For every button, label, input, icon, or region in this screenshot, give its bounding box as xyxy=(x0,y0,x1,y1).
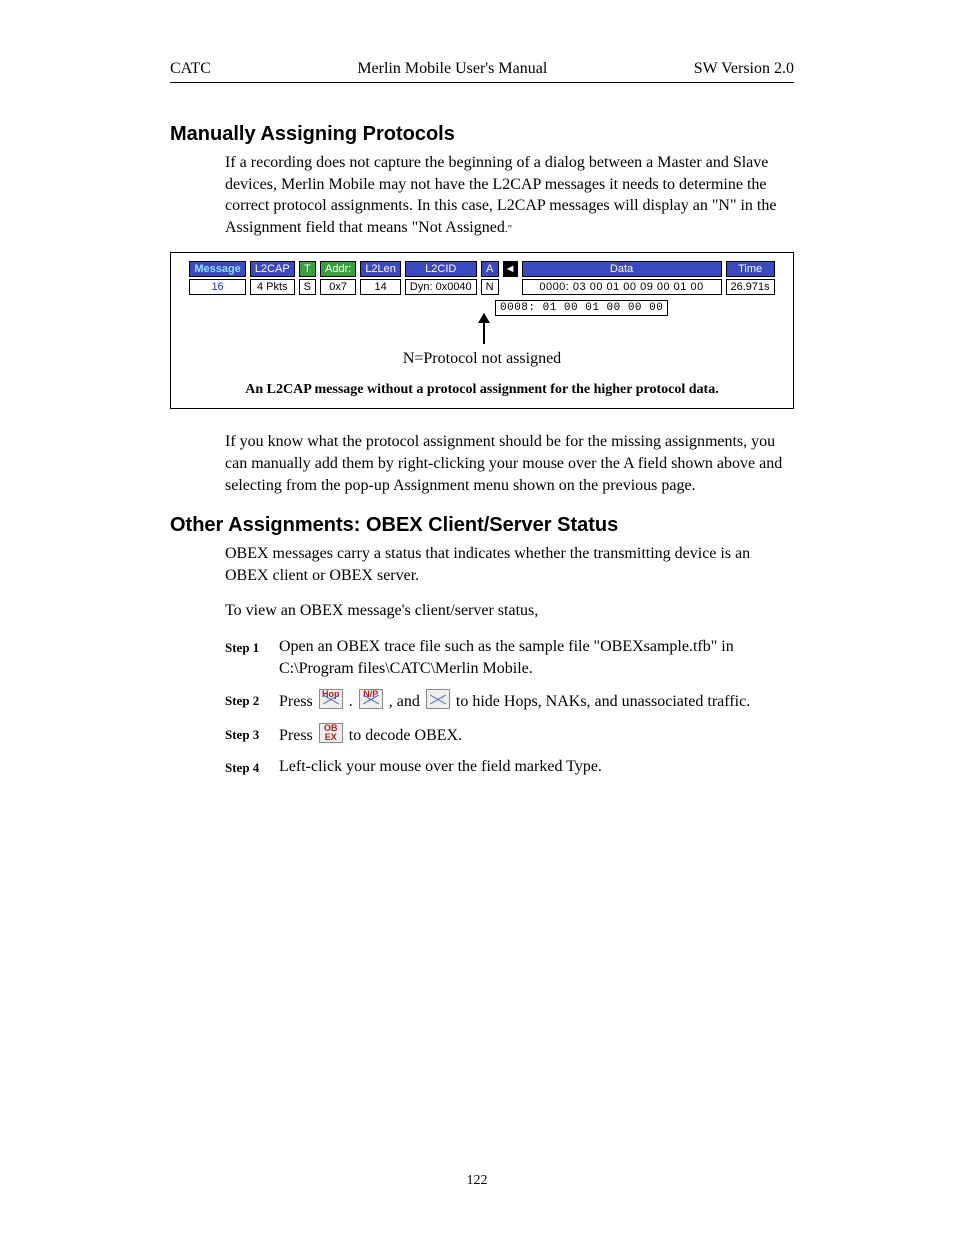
cell-l2cap: 4 Pkts xyxy=(250,279,295,295)
cell-addr: 0x7 xyxy=(320,279,356,295)
col-data: Data xyxy=(522,261,722,277)
para-manual-1b: ." xyxy=(505,223,512,235)
step-3: Step 3 Press OBEX to decode OBEX. xyxy=(225,723,794,747)
para-obex-2: To view an OBEX message's client/server … xyxy=(225,600,794,622)
para-obex-1: OBEX messages carry a status that indica… xyxy=(225,543,794,586)
para-manual-1: If a recording does not capture the begi… xyxy=(225,152,794,238)
col-l2len: L2Len xyxy=(360,261,401,277)
figure-l2cap: Message L2CAP T Addr: L2Len L2CID A ◄ Da… xyxy=(170,252,794,409)
page-header: CATC Merlin Mobile User's Manual SW Vers… xyxy=(170,60,794,83)
step-2-post: to hide Hops, NAKs, and unassociated tra… xyxy=(456,693,750,710)
col-message: Message xyxy=(189,261,245,277)
cell-time: 26.971s xyxy=(726,279,775,295)
step-2-mid1: . xyxy=(349,693,357,710)
cell-l2cid: Dyn: 0x0040 xyxy=(405,279,477,295)
unassociated-icon xyxy=(426,689,450,709)
para-manual-1a: If a recording does not capture the begi… xyxy=(225,154,776,236)
page-number: 122 xyxy=(0,1173,954,1189)
cell-a: N xyxy=(481,279,499,295)
step-4-label: Step 4 xyxy=(225,756,279,777)
col-addr: Addr: xyxy=(320,261,356,277)
step-2-mid2: , and xyxy=(389,693,424,710)
step-3-label: Step 3 xyxy=(225,723,279,744)
step-1-label: Step 1 xyxy=(225,636,279,657)
step-3-body: Press OBEX to decode OBEX. xyxy=(279,723,794,747)
col-l2cid: L2CID xyxy=(405,261,477,277)
step-2-body: Press Hop . N/P , and to hide Hops, NAKs… xyxy=(279,689,794,713)
step-1: Step 1 Open an OBEX trace file such as t… xyxy=(225,636,794,679)
cell-data2: 0008: 01 00 01 00 00 00 xyxy=(495,300,668,316)
arrow-up-icon xyxy=(483,314,485,344)
header-center: Merlin Mobile User's Manual xyxy=(357,60,547,78)
nak-icon: N/P xyxy=(359,689,383,709)
heading-obex: Other Assignments: OBEX Client/Server St… xyxy=(170,514,794,537)
header-right: SW Version 2.0 xyxy=(694,60,794,78)
step-2: Step 2 Press Hop . N/P , and to hide Hop… xyxy=(225,689,794,713)
obex-icon: OBEX xyxy=(319,723,343,743)
step-4-body: Left-click your mouse over the field mar… xyxy=(279,756,794,778)
trace-table: Message L2CAP T Addr: L2Len L2CID A ◄ Da… xyxy=(185,259,778,297)
header-left: CATC xyxy=(170,60,211,78)
step-4: Step 4 Left-click your mouse over the fi… xyxy=(225,756,794,778)
cell-l2len: 14 xyxy=(360,279,401,295)
col-time: Time xyxy=(726,261,775,277)
col-l2cap: L2CAP xyxy=(250,261,295,277)
para-manual-2: If you know what the protocol assignment… xyxy=(225,431,794,496)
cell-t: S xyxy=(299,279,316,295)
hop-icon: Hop xyxy=(319,689,343,709)
step-2-pre: Press xyxy=(279,693,317,710)
step-1-body: Open an OBEX trace file such as the samp… xyxy=(279,636,794,679)
figure-caption: An L2CAP message without a protocol assi… xyxy=(177,382,787,398)
figure-note: N=Protocol not assigned xyxy=(177,350,787,368)
col-t: T xyxy=(299,261,316,277)
step-2-label: Step 2 xyxy=(225,689,279,710)
step-3-post: to decode OBEX. xyxy=(349,727,462,744)
col-a: A xyxy=(481,261,499,277)
cell-message: 16 xyxy=(189,279,245,295)
step-3-pre: Press xyxy=(279,727,317,744)
cell-data1: 0000: 03 00 01 00 09 00 01 00 xyxy=(522,279,722,295)
heading-manually-assigning: Manually Assigning Protocols xyxy=(170,123,794,146)
scroll-left-icon: ◄ xyxy=(503,261,518,277)
